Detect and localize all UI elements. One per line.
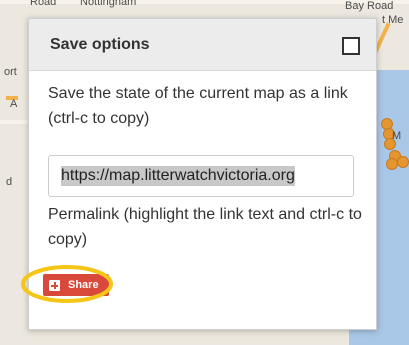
map-label: Bay Road xyxy=(345,0,394,12)
dialog-title: Save options xyxy=(50,36,150,53)
map-label: d xyxy=(6,176,13,188)
map-road xyxy=(0,120,28,124)
map-label: ort xyxy=(4,66,17,78)
map-label: M xyxy=(392,130,402,142)
dialog-header: Save options xyxy=(29,19,376,71)
google-plus-icon xyxy=(49,279,60,291)
permalink-selected-text[interactable]: https://map.litterwatchvictoria.org xyxy=(61,166,295,186)
map-label: Road xyxy=(30,0,57,8)
close-icon[interactable] xyxy=(342,37,360,55)
permalink-input[interactable]: https://map.litterwatchvictoria.org xyxy=(48,155,354,197)
map-label: Nottingham xyxy=(80,0,137,8)
share-label: Share xyxy=(68,279,99,291)
map-marker[interactable] xyxy=(386,158,398,170)
share-button[interactable]: Share xyxy=(43,274,109,296)
map-label: A xyxy=(10,98,18,110)
permalink-hint: Permalink (highlight the link text and c… xyxy=(48,206,362,248)
map-marker[interactable] xyxy=(397,156,409,168)
map-label: t Me xyxy=(382,14,404,26)
save-options-dialog: Save options Save the state of the curre… xyxy=(28,18,377,330)
dialog-description: Save the state of the current map as a l… xyxy=(48,85,348,127)
